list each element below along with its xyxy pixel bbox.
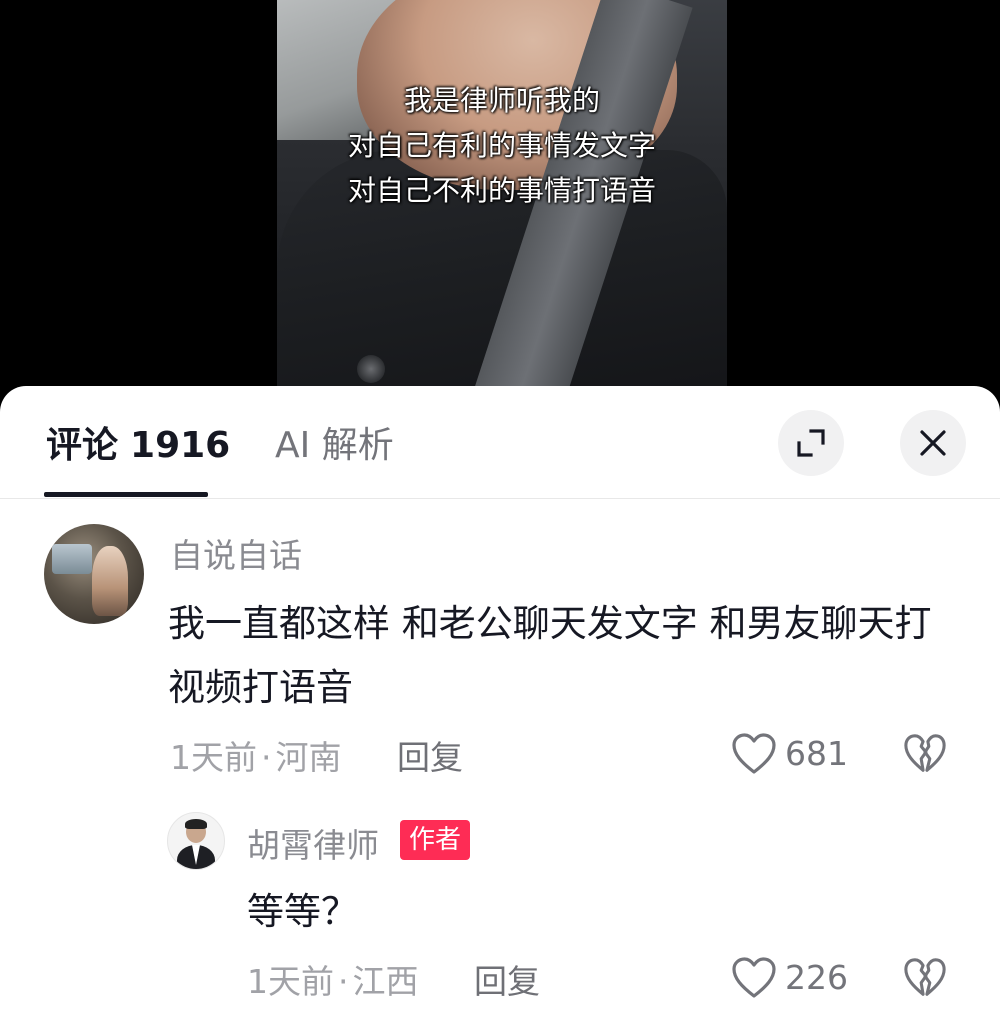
video-frame[interactable]: 我是律师听我的 对自己有利的事情发文字 对自己不利的事情打语音	[277, 0, 727, 400]
reply-text: 等等？	[247, 890, 358, 933]
meta-separator: ·	[338, 962, 349, 1001]
tab-comments-label: 评论	[46, 425, 119, 466]
reply-location: 江西	[352, 962, 419, 1001]
comment-text: 我一直都这样 和老公聊天发文字 和男友聊天打视频打语音	[168, 602, 932, 709]
video-player[interactable]: 我是律师听我的 对自己有利的事情发文字 对自己不利的事情打语音	[0, 0, 1000, 400]
active-tab-indicator	[44, 492, 208, 497]
like-count: 681	[785, 734, 848, 773]
close-icon	[920, 430, 946, 456]
tab-comments[interactable]: 评论 1916	[46, 424, 230, 468]
like-count: 226	[785, 958, 848, 997]
video-caption: 我是律师听我的 对自己有利的事情发文字 对自己不利的事情打语音	[277, 78, 727, 213]
video-caption-line: 对自己有利的事情发文字	[347, 129, 656, 162]
broken-heart-icon	[904, 734, 946, 772]
comment-sheet: 评论 1916 AI 解析 自说自话 我一直都这样 和老公聊天发文字 和男友聊天打…	[0, 386, 1000, 1012]
expand-icon	[797, 429, 825, 457]
dislike-button[interactable]	[903, 956, 947, 1004]
reply-meta: 1天前 · 江西	[247, 962, 419, 1002]
video-caption-line: 对自己不利的事情打语音	[347, 174, 656, 207]
tab-ai-analysis[interactable]: AI 解析	[275, 424, 394, 468]
expand-button[interactable]	[778, 410, 844, 476]
reply-time: 1天前	[247, 962, 334, 1001]
comment-time: 1天前	[170, 738, 257, 777]
reply-button[interactable]: 回复	[397, 738, 463, 778]
dislike-button[interactable]	[903, 732, 947, 780]
like-button[interactable]: 681	[731, 732, 848, 776]
close-button[interactable]	[900, 410, 966, 476]
heart-icon	[732, 957, 776, 998]
avatar[interactable]	[44, 524, 144, 624]
avatar-figure	[92, 546, 128, 616]
avatar-window	[52, 544, 92, 574]
comment-count: 1916	[130, 425, 231, 466]
avatar-hair	[185, 819, 207, 829]
video-caption-line: 我是律师听我的	[403, 84, 600, 117]
heart-icon	[732, 733, 776, 774]
meta-separator: ·	[261, 738, 272, 777]
author-badge: 作者	[400, 820, 471, 860]
comment-username[interactable]: 自说自话	[170, 536, 302, 576]
comment-sheet-header: 评论 1916 AI 解析	[0, 386, 1000, 499]
comment-meta: 1天前 · 河南	[170, 738, 342, 778]
reply-avatar[interactable]	[167, 812, 225, 870]
reply-username[interactable]: 胡霄律师	[247, 826, 379, 866]
broken-heart-icon	[904, 958, 946, 996]
comment-location: 河南	[275, 738, 342, 777]
reply-button[interactable]: 回复	[474, 962, 540, 1002]
like-button[interactable]: 226	[731, 956, 848, 1000]
video-jacket-button	[357, 355, 385, 383]
